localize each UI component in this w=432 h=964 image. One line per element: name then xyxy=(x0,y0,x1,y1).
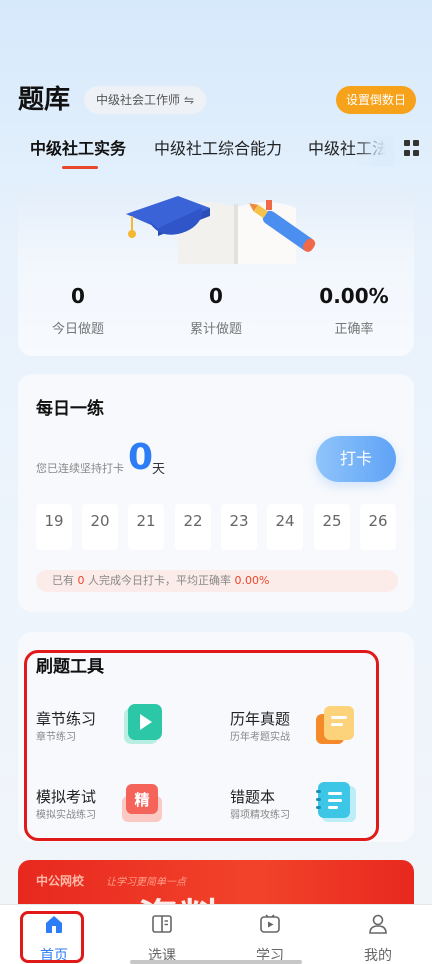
day-cell[interactable]: 25 xyxy=(314,504,350,550)
stat-total-label: 累计做题 xyxy=(189,322,242,337)
day-cell[interactable]: 26 xyxy=(360,504,396,550)
day-calendar: 19 20 21 22 23 24 25 26 xyxy=(36,504,398,550)
home-indicator xyxy=(130,960,302,964)
stat-today-label: 今日做题 xyxy=(51,322,104,337)
day-cell[interactable]: 21 xyxy=(128,504,164,550)
subject-tabs: 中级社工实务 中级社工综合能力 中级社工法 xyxy=(18,136,420,172)
day-cell[interactable]: 19 xyxy=(36,504,72,550)
daily-practice-card: 每日一练 您已连续坚持打卡 0 天 打卡 19 20 21 22 23 24 2… xyxy=(18,374,414,612)
daily-practice-title: 每日一练 xyxy=(36,399,104,419)
summary-rate: 0.00% xyxy=(234,574,270,587)
summary-count: 0 xyxy=(77,574,85,587)
swap-icon: ⇋ xyxy=(184,93,195,107)
checkin-button[interactable]: 打卡 xyxy=(316,436,396,482)
video-icon xyxy=(260,914,280,933)
stat-accuracy-value: 0.00% xyxy=(319,284,389,308)
tab-active-indicator xyxy=(62,166,98,169)
day-cell[interactable]: 23 xyxy=(221,504,257,550)
stat-total: 0 累计做题 xyxy=(156,282,276,337)
nav-profile[interactable]: 我的 xyxy=(348,913,408,964)
book-icon xyxy=(152,915,172,933)
day-cell[interactable]: 20 xyxy=(82,504,118,550)
exam-name: 中级社会工作师 xyxy=(96,93,181,107)
nav-study[interactable]: 学习 xyxy=(240,913,300,964)
tools-highlight-annotation xyxy=(24,650,379,841)
streak-count: 0 xyxy=(128,437,154,478)
daily-summary: 已有 0 人完成今日打卡，平均正确率 0.00% xyxy=(36,570,398,592)
set-countdown-button[interactable]: 设置倒数日 xyxy=(335,86,416,114)
banner-logo: 中公网校 xyxy=(36,874,85,888)
exam-switch-button[interactable]: 中级社会工作师 ⇋ xyxy=(84,86,207,114)
streak-unit: 天 xyxy=(152,462,166,477)
stat-accuracy: 0.00% 正确率 xyxy=(294,282,414,337)
day-cell[interactable]: 22 xyxy=(175,504,211,550)
stat-accuracy-label: 正确率 xyxy=(334,322,374,337)
user-icon xyxy=(369,914,387,934)
grid-menu-icon[interactable] xyxy=(404,140,420,156)
stat-total-value: 0 xyxy=(209,284,223,308)
stat-today: 0 今日做题 xyxy=(18,282,138,337)
page-title: 题库 xyxy=(18,85,71,115)
tab-practice[interactable]: 中级社工实务 xyxy=(30,136,126,162)
graduation-book-illustration xyxy=(126,196,316,264)
stats-card: 0 今日做题 0 累计做题 0.00% 正确率 xyxy=(18,186,414,356)
nav-courses[interactable]: 选课 xyxy=(132,913,192,964)
day-cell[interactable]: 24 xyxy=(267,504,303,550)
home-nav-highlight-annotation xyxy=(20,911,84,963)
stat-today-value: 0 xyxy=(71,284,85,308)
header: 题库 中级社会工作师 ⇋ 设置倒数日 xyxy=(18,82,416,118)
streak-label: 您已连续坚持打卡 xyxy=(36,462,124,475)
tab-comprehensive[interactable]: 中级社工综合能力 xyxy=(154,136,282,162)
